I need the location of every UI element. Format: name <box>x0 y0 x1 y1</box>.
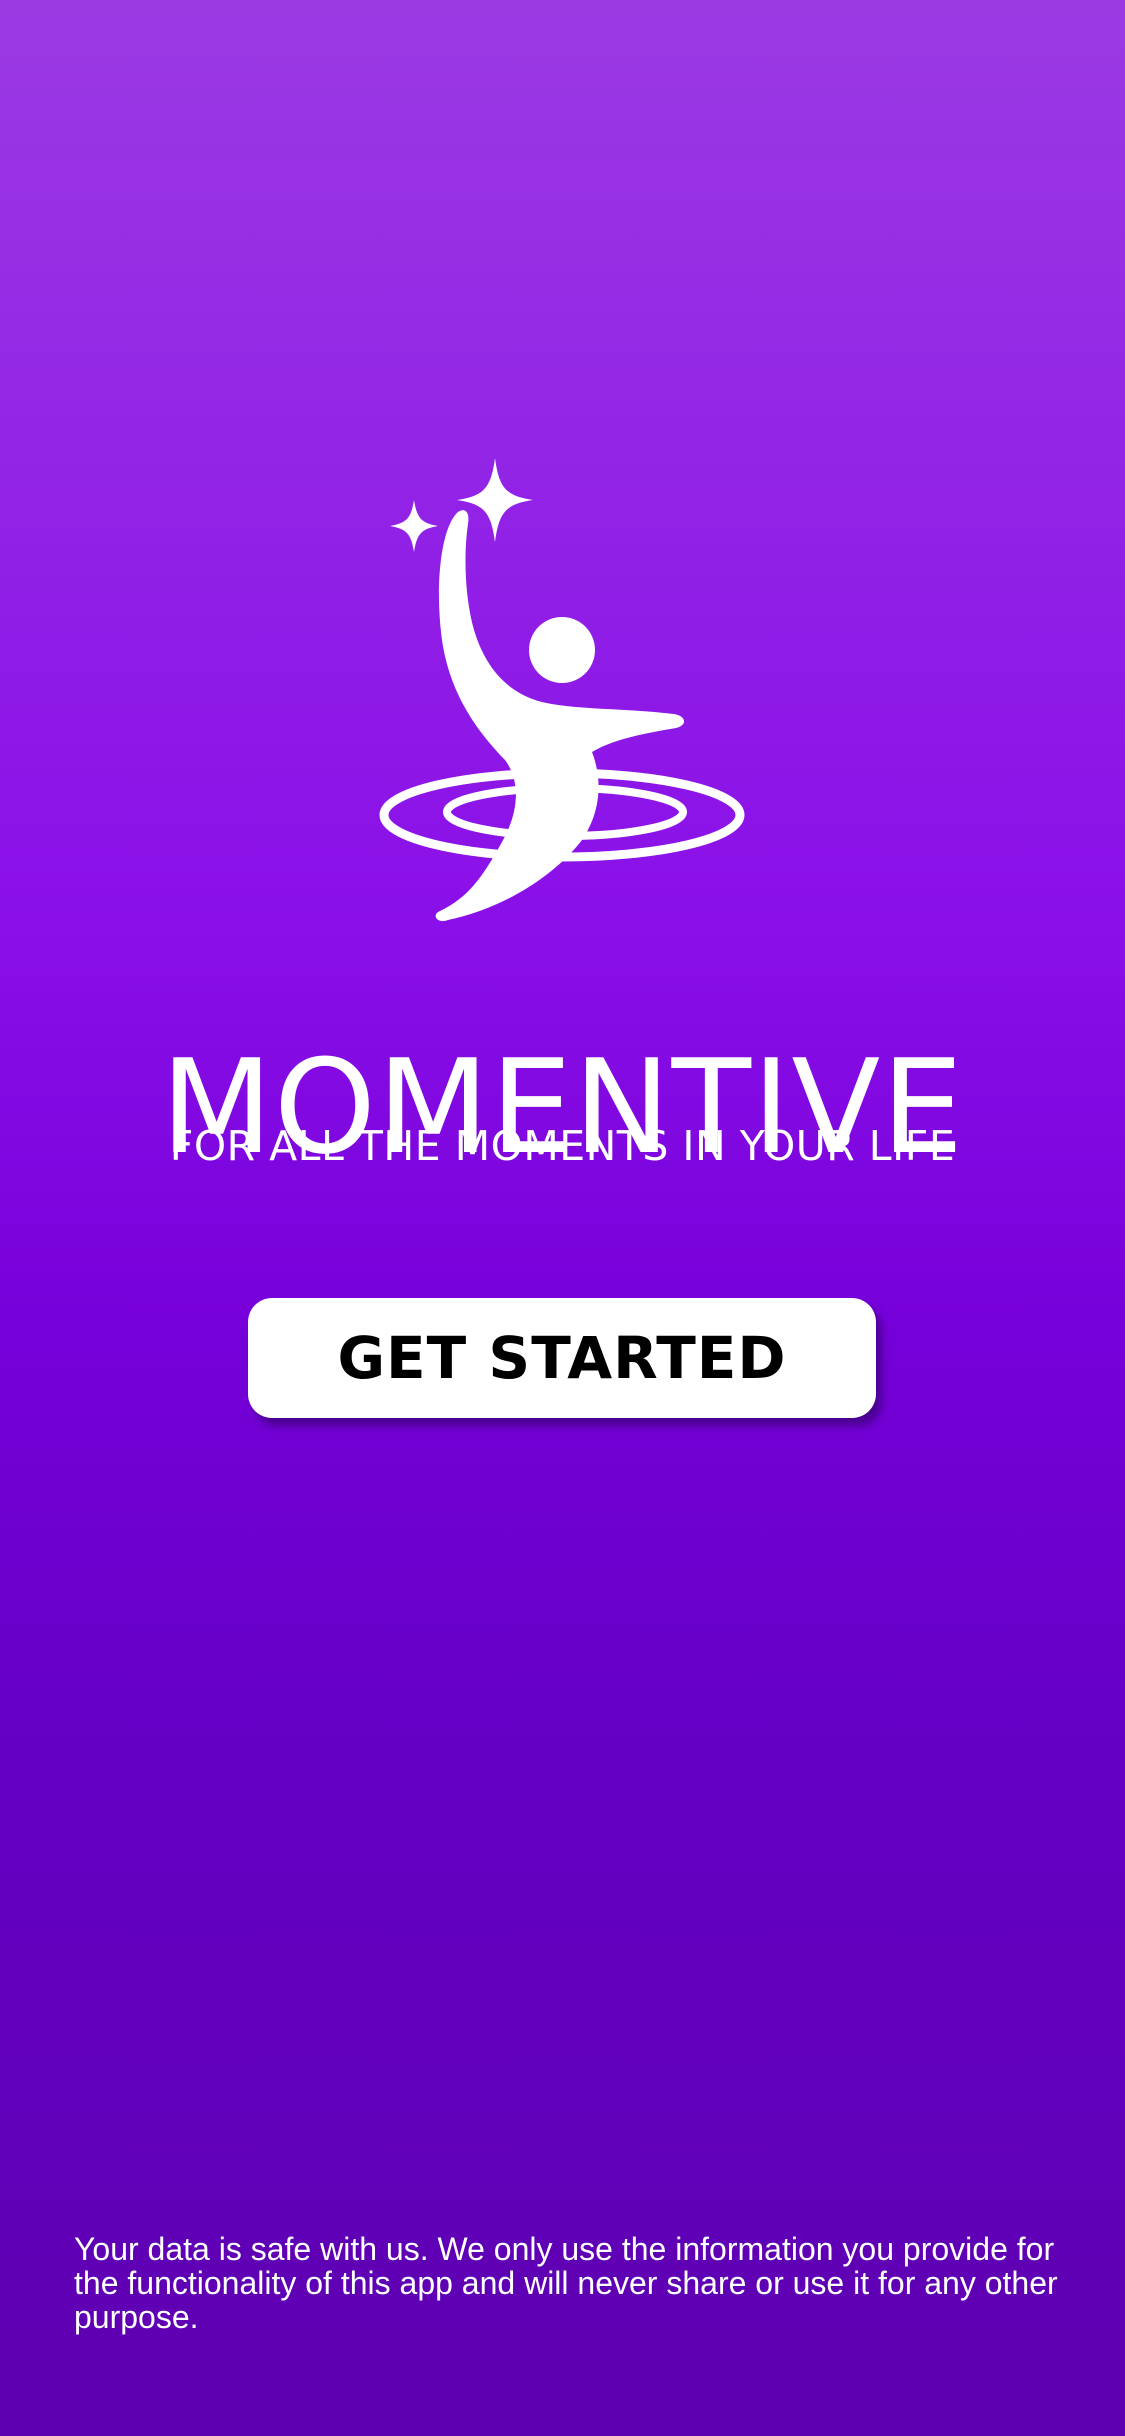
reaching-figure-with-stars-icon <box>379 458 745 922</box>
large-star-icon <box>457 458 533 542</box>
figure-head <box>529 617 595 683</box>
get-started-button[interactable]: GET STARTED <box>248 1298 876 1418</box>
app-logo <box>370 450 760 930</box>
figure-body <box>435 510 685 922</box>
small-star-icon <box>390 500 438 552</box>
privacy-notice: Your data is safe with us. We only use t… <box>74 2231 1058 2335</box>
welcome-screen: MOMENTIVE FOR ALL THE MOMENTS IN YOUR LI… <box>0 0 1125 2436</box>
app-tagline: FOR ALL THE MOMENTS IN YOUR LIFE <box>169 1122 956 1170</box>
